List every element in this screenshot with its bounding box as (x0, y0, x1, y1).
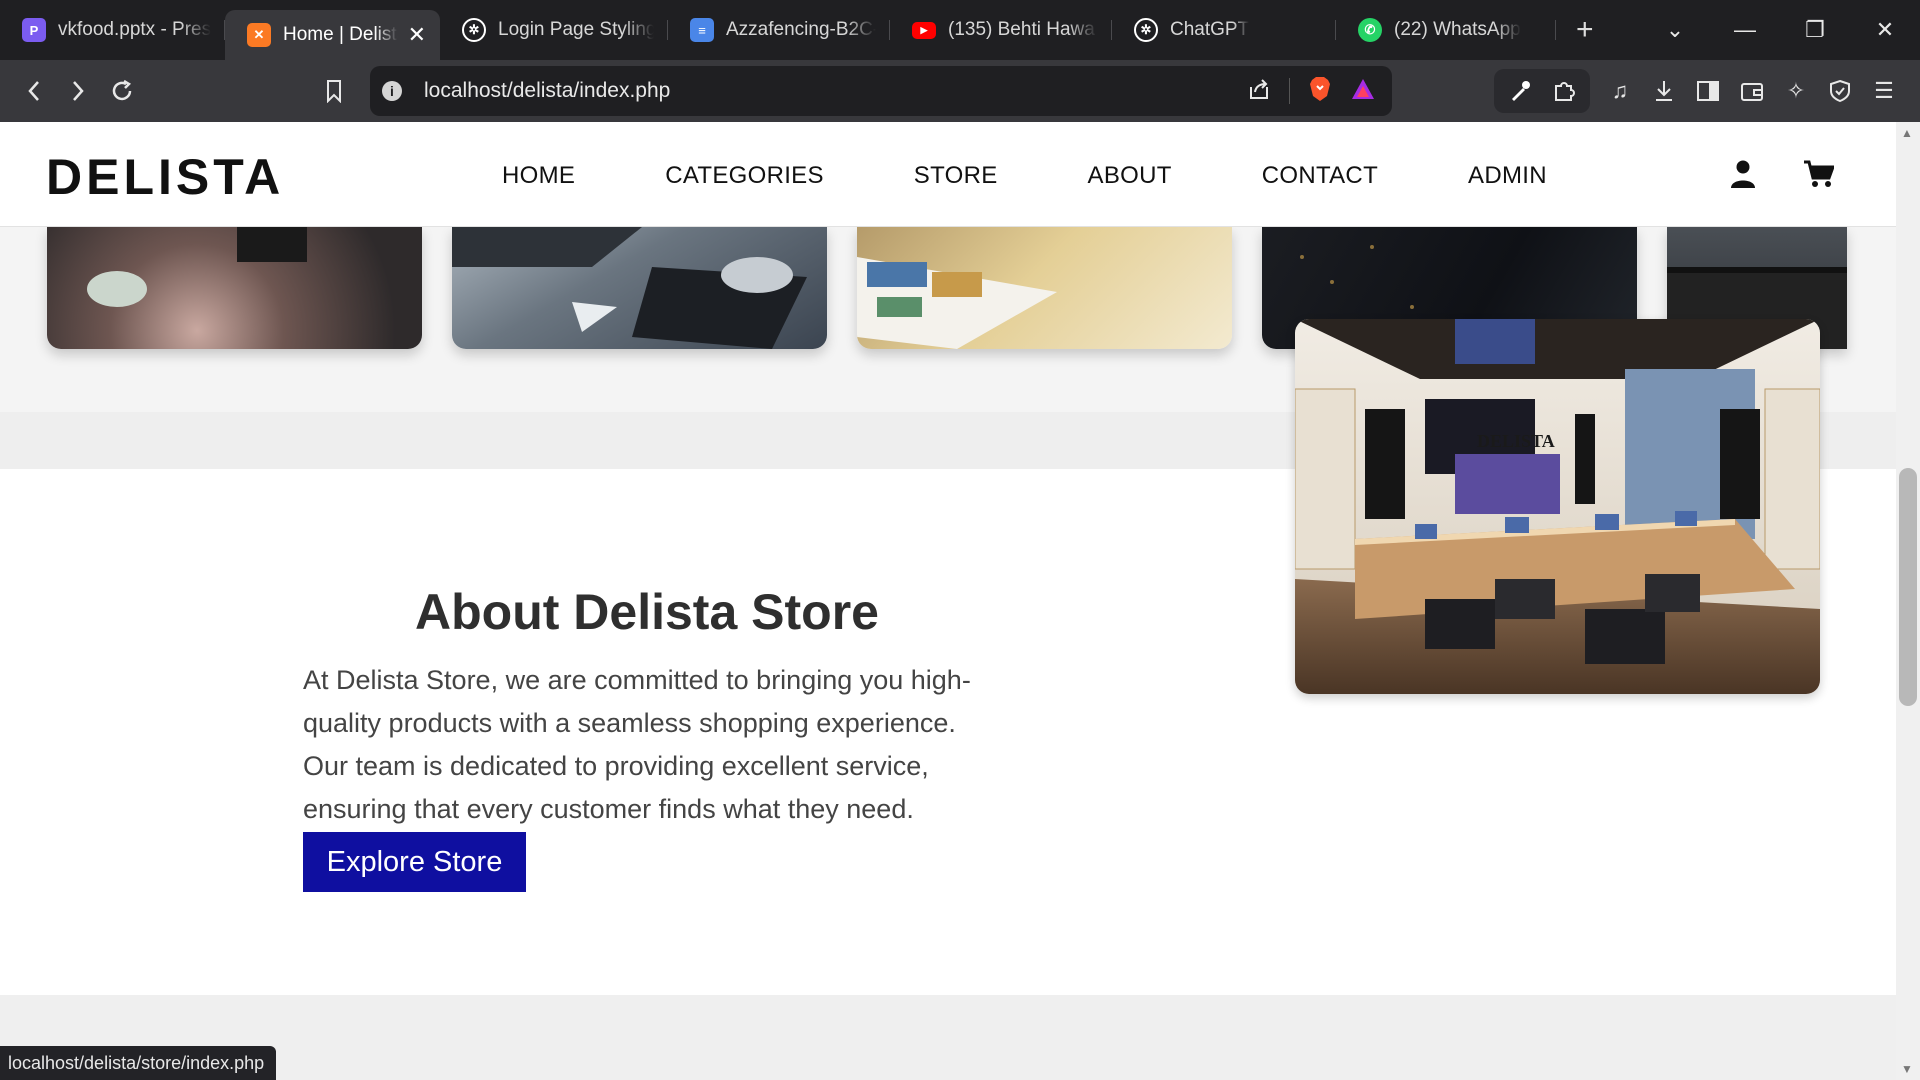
category-card-image[interactable] (47, 227, 422, 349)
nav-about[interactable]: ABOUT (1088, 162, 1172, 190)
tab-search-chevron-icon[interactable]: ⌄ (1640, 17, 1710, 43)
extensions-puzzle-icon[interactable] (1542, 69, 1586, 113)
cart-icon[interactable] (1804, 160, 1834, 188)
forward-icon[interactable] (56, 69, 100, 113)
nav-admin[interactable]: ADMIN (1468, 162, 1547, 190)
wallet-icon[interactable] (1730, 69, 1774, 113)
tab-title: ChatGPT (1170, 19, 1250, 40)
chatgpt-icon: ✲ (462, 18, 486, 42)
brave-rewards-icon[interactable] (1350, 77, 1376, 106)
share-icon[interactable] (1247, 77, 1271, 106)
minimize-icon[interactable]: — (1710, 17, 1780, 43)
site-info-icon[interactable]: i (382, 81, 402, 101)
explore-store-button[interactable]: Explore Store (303, 832, 526, 892)
sidebar-icon[interactable] (1686, 69, 1730, 113)
tab-title: vkfood.pptx - Pres (58, 19, 211, 40)
leo-ai-icon[interactable]: ✧ (1774, 69, 1818, 113)
tab-chatgpt[interactable]: ✲ ChatGPT (1112, 0, 1336, 60)
new-tab-icon[interactable]: + (1576, 13, 1594, 47)
site-logo[interactable]: DELISTA (46, 148, 284, 206)
tab-powerpoint[interactable]: P vkfood.pptx - Pres (0, 0, 225, 60)
category-card-image[interactable] (857, 227, 1232, 349)
back-icon[interactable] (12, 69, 56, 113)
tab-youtube[interactable]: ▶ (135) Behti Hawa S (890, 0, 1112, 60)
desk-mouse-image (87, 227, 307, 307)
tab-title: Home | Delista (283, 24, 398, 45)
restore-icon[interactable]: ❐ (1780, 17, 1850, 43)
google-docs-icon: ≡ (690, 18, 714, 42)
brave-shields-icon[interactable] (1308, 76, 1332, 107)
vpn-shield-icon[interactable] (1818, 69, 1862, 113)
tab-bar: P vkfood.pptx - Pres ✕ Home | Delista ✕ … (0, 0, 1920, 60)
nav-categories[interactable]: CATEGORIES (665, 162, 824, 190)
tab-login-page-styling[interactable]: ✲ Login Page Styling (440, 0, 668, 60)
about-description: At Delista Store, we are committed to br… (303, 665, 971, 824)
tab-title: Azzafencing-B2C-S (726, 19, 876, 40)
whatsapp-icon: ✆ (1358, 18, 1382, 42)
browser-toolbar: i localhost/delista/index.php ♫ ✧ ☰ (0, 60, 1920, 122)
close-window-icon[interactable]: ✕ (1850, 17, 1920, 43)
main-nav: HOME CATEGORIES STORE ABOUT CONTACT ADMI… (502, 162, 1547, 190)
store-sign-text: DELISTA (1477, 431, 1555, 451)
color-picker-icon[interactable] (1498, 69, 1542, 113)
store-interior-image: DELISTA (1295, 319, 1820, 694)
nav-store[interactable]: STORE (914, 162, 998, 190)
tab-delista-home[interactable]: ✕ Home | Delista ✕ (225, 10, 440, 60)
magazine-image (857, 257, 1057, 349)
extension-group (1494, 69, 1590, 113)
nav-contact[interactable]: CONTACT (1262, 162, 1378, 190)
tab-title: (22) WhatsApp (1394, 19, 1521, 40)
close-tab-icon[interactable]: ✕ (398, 22, 426, 48)
bookmark-icon[interactable] (312, 69, 356, 113)
category-card-image[interactable] (452, 227, 827, 349)
site-header: DELISTA HOME CATEGORIES STORE ABOUT CONT… (0, 122, 1896, 227)
link-status-bubble: localhost/delista/store/index.php (0, 1046, 277, 1080)
reload-icon[interactable] (100, 69, 144, 113)
address-bar[interactable]: i localhost/delista/index.php (370, 66, 1392, 116)
address-url[interactable]: localhost/delista/index.php (424, 79, 670, 103)
download-icon[interactable] (1642, 69, 1686, 113)
powerpoint-icon: P (22, 18, 46, 42)
scrollbar-thumb[interactable] (1899, 468, 1917, 706)
tab-whatsapp[interactable]: ✆ (22) WhatsApp (1336, 0, 1556, 60)
next-section (0, 995, 1896, 1080)
scroll-down-arrow-icon[interactable]: ▼ (1901, 1062, 1913, 1076)
media-music-icon[interactable]: ♫ (1598, 69, 1642, 113)
chatgpt-icon: ✲ (1134, 18, 1158, 42)
web-page: DELISTA HOME CATEGORIES STORE ABOUT CONT… (0, 122, 1896, 1080)
xampp-icon: ✕ (247, 23, 271, 47)
tab-title: Login Page Styling (498, 19, 654, 40)
youtube-icon: ▶ (912, 21, 936, 39)
tab-azzafencing[interactable]: ≡ Azzafencing-B2C-S (668, 0, 890, 60)
tab-title: (135) Behti Hawa S (948, 19, 1098, 40)
scroll-up-arrow-icon[interactable]: ▲ (1901, 126, 1913, 140)
user-icon[interactable] (1730, 160, 1756, 188)
menu-hamburger-icon[interactable]: ☰ (1862, 69, 1906, 113)
about-title: About Delista Store (415, 584, 879, 640)
mouse-keyboard-image (452, 227, 807, 349)
nav-home[interactable]: HOME (502, 162, 575, 190)
